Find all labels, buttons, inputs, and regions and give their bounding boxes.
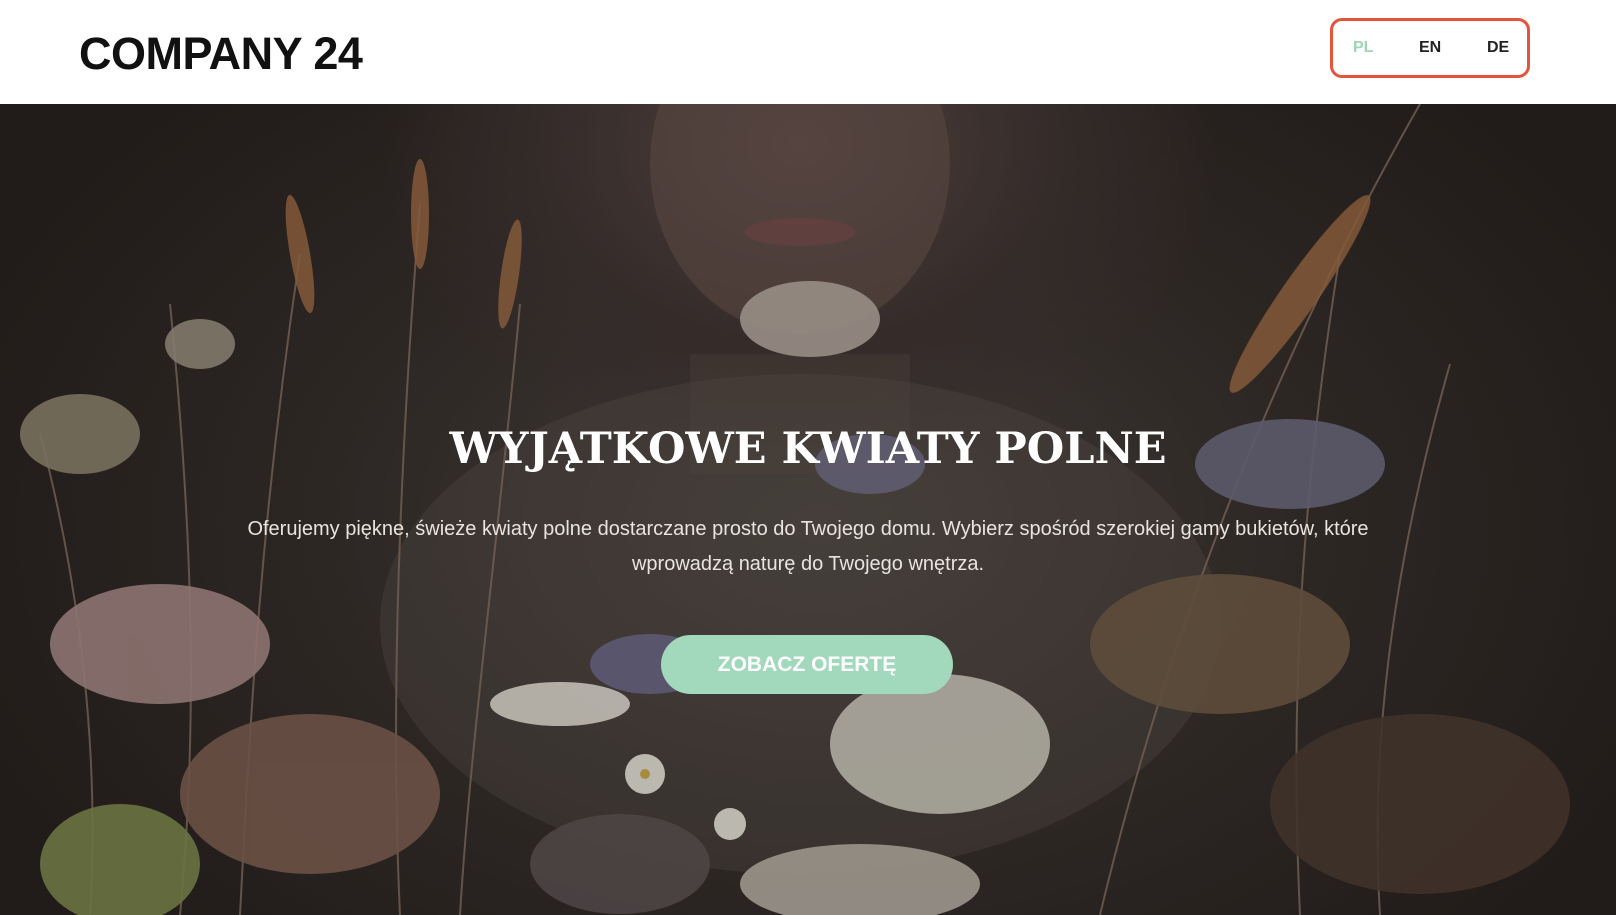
site-header: COMPANY 24 PL EN DE [0,0,1616,104]
hero-title: WYJĄTKOWE KWIATY POLNE [449,424,1167,474]
hero-overlay [0,104,1616,915]
hero-subtitle: Oferujemy piękne, świeże kwiaty polne do… [247,518,1369,575]
language-option-en[interactable]: EN [1419,21,1441,75]
language-option-pl[interactable]: PL [1353,21,1373,75]
hero-section: WYJĄTKOWE KWIATY POLNE Oferujemy piękne,… [0,104,1616,915]
view-offer-button[interactable]: ZOBACZ OFERTĘ [661,635,953,694]
language-switcher: PL EN DE [1330,18,1530,78]
language-option-de[interactable]: DE [1487,21,1509,75]
company-logo[interactable]: COMPANY 24 [79,26,363,82]
